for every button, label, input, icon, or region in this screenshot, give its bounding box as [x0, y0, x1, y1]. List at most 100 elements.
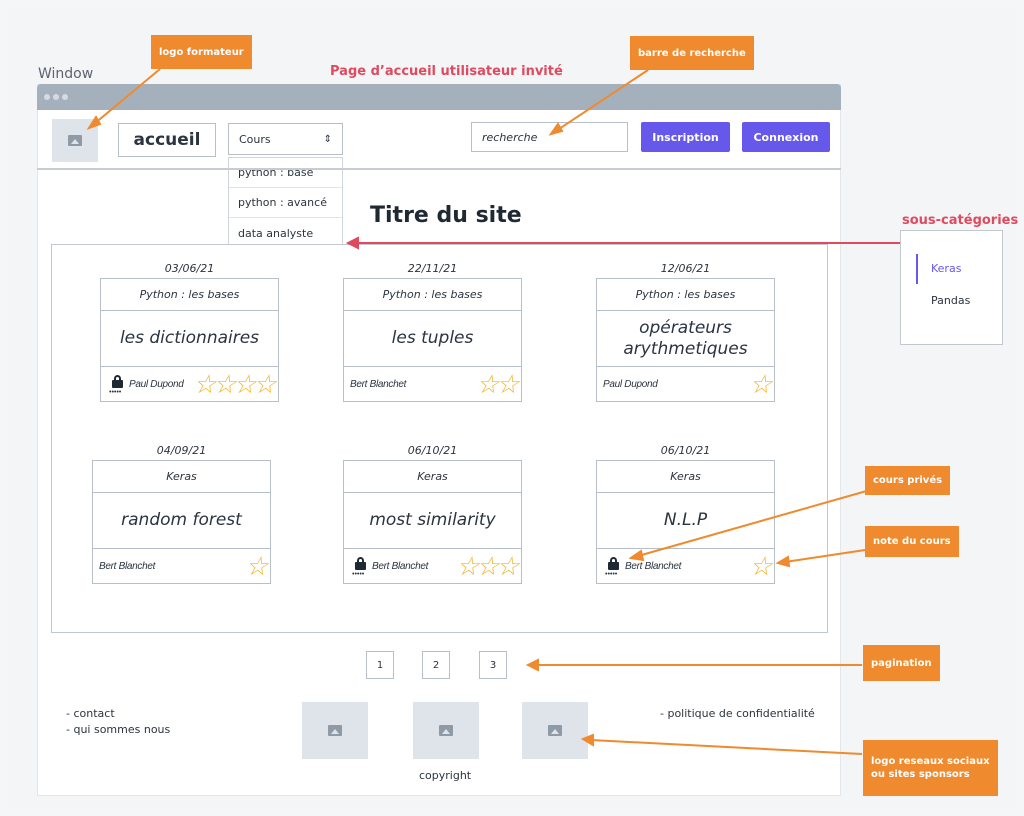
card-author: Paul Dupond — [603, 378, 658, 390]
card-footer: Paul Dupond ☆ — [597, 367, 774, 401]
lock-body — [112, 380, 123, 388]
image-glyph-icon — [68, 135, 82, 146]
callout-pagination: pagination — [863, 645, 940, 681]
rating-stars: ☆ — [748, 551, 772, 581]
card-footer: Bert Blanchet ☆ — [93, 549, 270, 583]
star-icon: ☆ — [495, 369, 519, 399]
card-category: Python : les bases — [597, 279, 774, 311]
lock-body — [355, 562, 366, 570]
card-date: 03/06/21 — [164, 262, 215, 275]
rating-stars: ☆ ☆ ☆ — [456, 551, 519, 581]
rating-stars: ☆ ☆ ☆ ☆ — [193, 369, 276, 399]
course-card[interactable]: Python : les bases les dictionnaires •••••… — [100, 278, 279, 402]
social-logo-2[interactable] — [413, 702, 479, 759]
card-author: Bert Blanchet — [372, 560, 429, 572]
subcategory-item-keras[interactable]: Keras — [931, 262, 961, 275]
window-dot-close[interactable] — [44, 94, 50, 100]
card-date: 06/10/21 — [660, 444, 711, 457]
social-logo-1[interactable] — [302, 702, 368, 759]
card-title: opérateurs arythmetiques — [597, 311, 774, 367]
search-input[interactable]: recherche — [471, 122, 628, 152]
pagination-page-2[interactable]: 2 — [422, 651, 450, 679]
lock-icon: ••••• — [109, 374, 124, 396]
card-author: Paul Dupond — [129, 378, 184, 390]
window-dot-minimize[interactable] — [53, 94, 59, 100]
card-date: 06/10/21 — [407, 444, 458, 457]
callout-rating: note du cours — [865, 526, 959, 557]
course-card[interactable]: Keras N.L.P ••••• Bert Blanchet ☆ — [596, 460, 775, 584]
signup-button[interactable]: Inscription — [641, 122, 730, 152]
card-title: les dictionnaires — [101, 311, 278, 367]
callout-social: logo reseaux sociaux ou sites sponsors — [863, 740, 998, 796]
footer-privacy-link[interactable]: - politique de confidentialité — [660, 706, 815, 722]
image-glyph-icon — [548, 725, 562, 736]
card-footer: Bert Blanchet ☆ ☆ — [344, 367, 521, 401]
card-category: Python : les bases — [344, 279, 521, 311]
copyright-text: copyright — [419, 769, 472, 782]
course-card[interactable]: Python : les bases les tuples Bert Blanche… — [343, 278, 522, 402]
course-card[interactable]: Keras most similarity ••••• Bert Blanchet ☆ ☆… — [343, 460, 522, 584]
card-title: most similarity — [344, 493, 521, 549]
password-dots: ••••• — [352, 571, 365, 578]
rating-stars: ☆ — [748, 369, 772, 399]
subcategories-panel — [900, 230, 1003, 345]
star-icon: ☆ — [495, 551, 519, 581]
image-glyph-icon — [439, 725, 453, 736]
callout-search: barre de recherche — [630, 36, 754, 70]
courses-select-value: Cours — [239, 132, 271, 146]
subcategory-item-pandas[interactable]: Pandas — [931, 294, 970, 307]
card-category: Keras — [597, 461, 774, 493]
rating-stars: ☆ — [245, 551, 268, 581]
card-footer: ••••• Bert Blanchet ☆ — [597, 549, 774, 583]
password-dots: ••••• — [109, 389, 122, 396]
card-date: 22/11/21 — [407, 262, 458, 275]
login-button[interactable]: Connexion — [742, 122, 830, 152]
course-card[interactable]: Keras random forest Bert Blanchet ☆ — [92, 460, 271, 584]
card-category: Keras — [344, 461, 521, 493]
callout-social-line1: logo reseaux sociaux — [871, 756, 990, 767]
site-title: Titre du site — [370, 203, 522, 228]
footer-about-link[interactable]: - qui sommes nous — [66, 722, 170, 738]
card-date: 04/09/21 — [156, 444, 207, 457]
social-logo-3[interactable] — [522, 702, 588, 759]
card-footer: ••••• Bert Blanchet ☆ ☆ ☆ — [344, 549, 521, 583]
window-label: Window — [38, 66, 94, 82]
window-titlebar — [37, 84, 841, 110]
dropdown-item[interactable]: python : avancé — [229, 188, 342, 218]
card-category: Keras — [93, 461, 270, 493]
courses-dropdown: python : base python : avancé data analy… — [228, 157, 343, 249]
star-icon: ☆ — [748, 551, 772, 581]
courses-select[interactable]: Cours ⇕ — [228, 123, 343, 155]
lock-icon: ••••• — [605, 556, 620, 578]
callout-logo: logo formateur — [151, 35, 252, 69]
callout-private: cours privés — [865, 466, 951, 495]
dropdown-item[interactable]: python : base — [229, 158, 342, 188]
page-heading: Page d’accueil utilisateur invité — [330, 64, 563, 79]
rating-stars: ☆ ☆ — [476, 369, 519, 399]
card-author: Bert Blanchet — [99, 560, 156, 572]
select-arrow-icon: ⇕ — [323, 133, 332, 145]
pagination-page-1[interactable]: 1 — [366, 651, 394, 679]
course-card[interactable]: Python : les bases opérateurs arythmetiqu… — [596, 278, 775, 402]
lock-icon: ••••• — [352, 556, 367, 578]
home-link[interactable]: accueil — [118, 123, 216, 157]
card-date: 12/06/21 — [660, 262, 711, 275]
card-author: Bert Blanchet — [350, 378, 407, 390]
subcategories-label: sous-catégories — [902, 213, 1019, 228]
card-title: les tuples — [344, 311, 521, 367]
lock-body — [608, 562, 619, 570]
pagination-page-3[interactable]: 3 — [479, 651, 507, 679]
card-category: Python : les bases — [101, 279, 278, 311]
footer-contact-link[interactable]: - contact — [66, 706, 115, 722]
card-footer: ••••• Paul Dupond ☆ ☆ ☆ ☆ — [101, 367, 278, 401]
star-icon: ☆ — [748, 369, 772, 399]
logo-image-icon[interactable] — [52, 119, 98, 162]
card-author: Bert Blanchet — [625, 560, 682, 572]
card-title: random forest — [93, 493, 270, 549]
subcategory-active-indicator — [916, 254, 918, 284]
window-dot-maximize[interactable] — [62, 94, 68, 100]
card-title: N.L.P — [597, 493, 774, 549]
star-icon: ☆ — [252, 369, 276, 399]
callout-social-line2: ou sites sponsors — [871, 769, 970, 780]
image-glyph-icon — [328, 725, 342, 736]
